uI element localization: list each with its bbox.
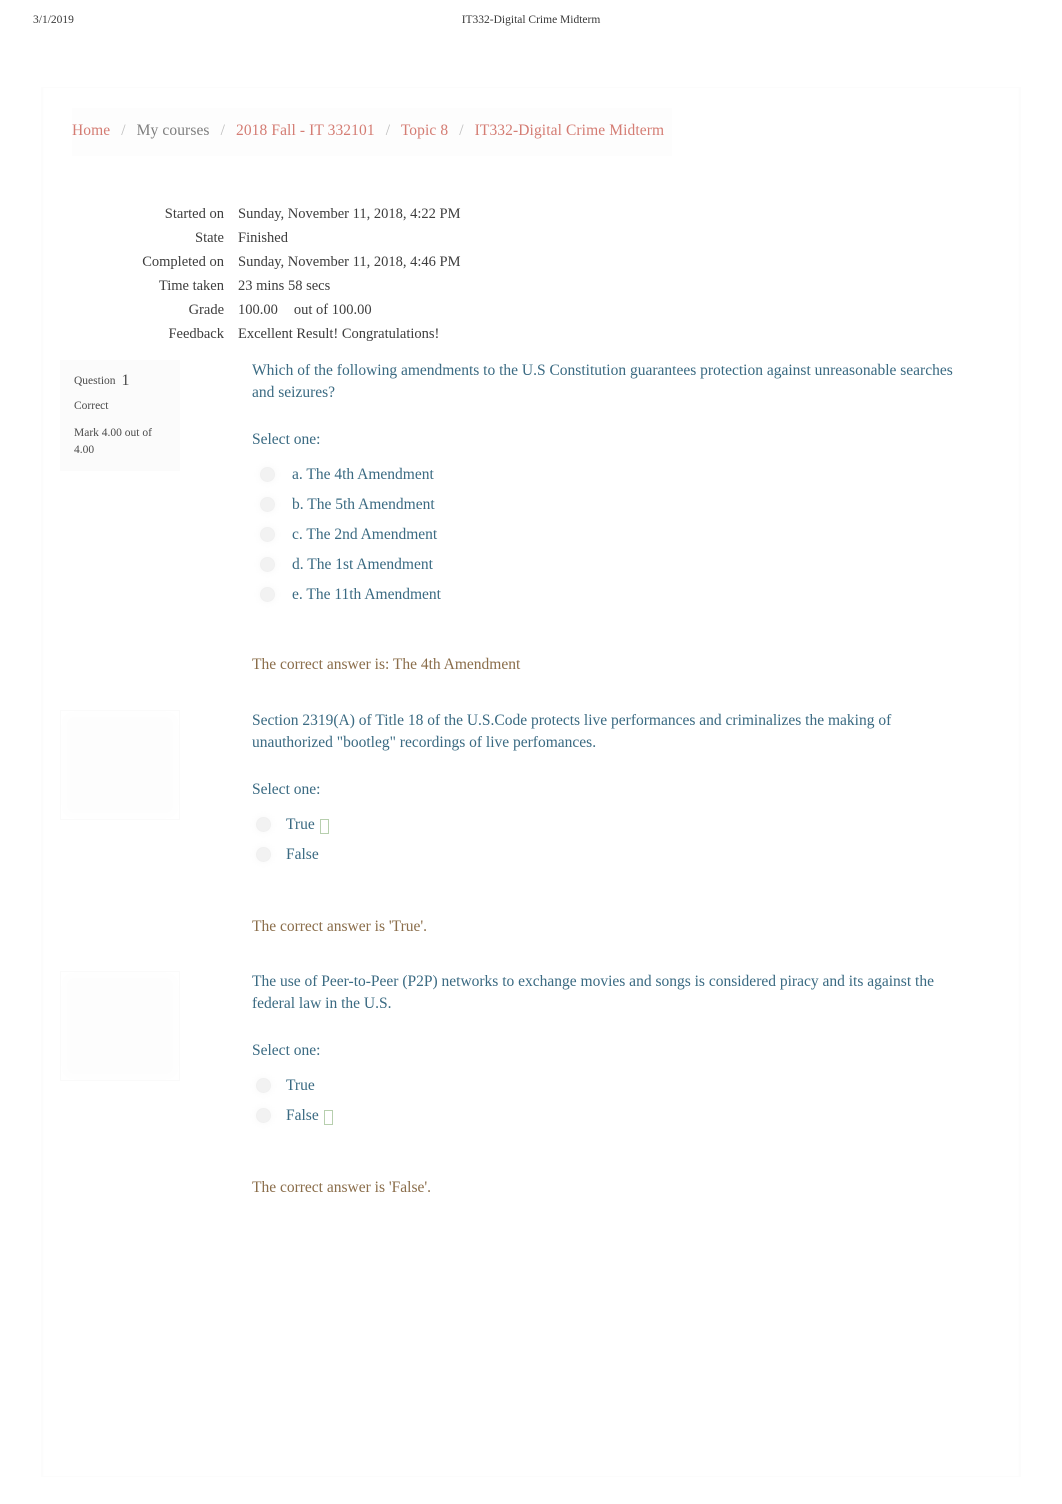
breadcrumb-item-home[interactable]: Home (72, 122, 110, 139)
question-number-line (75, 723, 171, 741)
radio-button-icon[interactable] (260, 557, 275, 572)
breadcrumb-separator: / (121, 122, 126, 139)
radio-button-icon[interactable] (260, 587, 275, 602)
breadcrumb-item-my-courses[interactable]: My courses (137, 122, 210, 139)
grade-value: 100.00 (238, 302, 278, 318)
summary-label: Feedback (168, 326, 224, 342)
breadcrumb-item-quiz[interactable]: IT332-Digital Crime Midterm (475, 122, 665, 139)
radio-button-icon[interactable] (256, 847, 271, 862)
print-header: 3/1/2019 IT332-Digital Crime Midterm (0, 14, 1062, 34)
question-info-panel-1: Question 1 Correct Mark 4.00 out of 4.00 (60, 360, 180, 471)
answer-label: c. The 2nd Amendment (292, 526, 438, 543)
question-body-2: Section 2319(A) of Title 18 of the U.S.C… (252, 710, 972, 938)
question-label: Question (74, 375, 116, 387)
grade-out-of: out of 100.00 (293, 302, 372, 318)
summary-value: 23 mins 58 secs (238, 278, 331, 294)
summary-row-completed-on: Completed on Sunday, November 11, 2018, … (72, 254, 692, 278)
answer-option-c[interactable]: c. The 2nd Amendment (252, 524, 972, 554)
breadcrumb: Home / My courses / 2018 Fall - IT 33210… (72, 121, 664, 141)
radio-button-icon[interactable] (260, 467, 275, 482)
breadcrumb-separator: / (220, 122, 225, 139)
summary-value: Finished (238, 230, 288, 246)
answer-options-list: True False (252, 1075, 972, 1135)
answer-label: a. The 4th Amendment (292, 466, 434, 483)
summary-row-feedback: Feedback Excellent Result! Congratulatio… (72, 326, 692, 350)
summary-row-grade: Grade 100.00 out of 100.00 (72, 302, 692, 326)
answer-option-a[interactable]: a. The 4th Amendment (252, 464, 972, 494)
summary-label: Completed on (142, 254, 224, 270)
question-info-panel-3 (60, 971, 180, 1081)
answer-options-list: True False (252, 814, 972, 874)
select-one-prompt: Select one: (252, 431, 321, 448)
summary-label: Grade (188, 302, 224, 318)
answer-options-list: a. The 4th Amendment b. The 5th Amendmen… (252, 464, 972, 614)
answer-option-true[interactable]: True (252, 1075, 972, 1105)
container-left-edge (42, 88, 44, 1476)
question-number-line (75, 984, 171, 1002)
correct-answer-feedback: The correct answer is: The 4th Amendment (252, 656, 521, 673)
summary-row-state: State Finished (72, 230, 692, 254)
answer-label: False (286, 1107, 319, 1124)
answer-option-false[interactable]: False (252, 844, 972, 874)
correct-answer-feedback: The correct answer is 'True'. (252, 918, 428, 935)
radio-button-icon[interactable] (256, 817, 271, 832)
answer-label: False (286, 846, 319, 863)
answer-option-d[interactable]: d. The 1st Amendment (252, 554, 972, 584)
selected-answer-marker-icon (323, 1110, 333, 1125)
summary-value: Sunday, November 11, 2018, 4:46 PM (238, 254, 461, 270)
breadcrumb-item-course[interactable]: 2018 Fall - IT 332101 (236, 122, 375, 139)
summary-value: Excellent Result! Congratulations! (238, 326, 440, 342)
question-number (75, 723, 81, 740)
answer-label: e. The 11th Amendment (292, 586, 441, 603)
question-text: Section 2319(A) of Title 18 of the U.S.C… (252, 712, 892, 751)
summary-label: Time taken (158, 278, 224, 294)
answer-option-e[interactable]: e. The 11th Amendment (252, 584, 972, 614)
answer-label: True (286, 816, 315, 833)
correct-answer-feedback: The correct answer is 'False'. (252, 1179, 432, 1196)
summary-label: State (195, 230, 224, 246)
summary-row-time-taken: Time taken 23 mins 58 secs (72, 278, 692, 302)
select-one-prompt: Select one: (252, 1042, 321, 1059)
print-page-title: IT332-Digital Crime Midterm (461, 14, 601, 26)
question-number (75, 984, 81, 1001)
container-right-edge (1018, 88, 1020, 1476)
answer-option-false[interactable]: False (252, 1105, 972, 1135)
answer-label: b. The 5th Amendment (292, 496, 435, 513)
breadcrumb-separator: / (459, 122, 464, 139)
summary-row-started-on: Started on Sunday, November 11, 2018, 4:… (72, 206, 692, 230)
answer-label: True (286, 1077, 315, 1094)
question-text: Which of the following amendments to the… (252, 362, 953, 401)
radio-button-icon[interactable] (260, 497, 275, 512)
summary-value: 100.00 out of 100.00 (238, 302, 692, 326)
radio-button-icon[interactable] (256, 1108, 271, 1123)
answer-option-true[interactable]: True (252, 814, 972, 844)
summary-label: Started on (164, 206, 224, 222)
summary-value: Sunday, November 11, 2018, 4:22 PM (238, 206, 461, 222)
selected-answer-marker-icon (319, 819, 329, 834)
question-body-3: The use of Peer-to-Peer (P2P) networks t… (252, 971, 972, 1199)
radio-button-icon[interactable] (260, 527, 275, 542)
page-container: Home / My courses / 2018 Fall - IT 33210… (42, 88, 1020, 1476)
breadcrumb-separator: / (385, 122, 391, 139)
question-state: Correct (74, 400, 109, 412)
question-number-line: Question 1 (74, 372, 172, 390)
radio-button-icon[interactable] (256, 1078, 271, 1093)
breadcrumb-item-topic[interactable]: Topic 8 (401, 122, 448, 139)
question-number: 1 (121, 372, 130, 389)
answer-label: d. The 1st Amendment (292, 556, 433, 573)
question-mark: Mark 4.00 out of 4.00 (74, 427, 152, 456)
select-one-prompt: Select one: (252, 781, 321, 798)
attempt-summary-table: Started on Sunday, November 11, 2018, 4:… (72, 206, 692, 350)
question-body-1: Which of the following amendments to the… (252, 360, 972, 676)
question-info-panel-2 (60, 710, 180, 820)
answer-option-b[interactable]: b. The 5th Amendment (252, 494, 972, 524)
question-text: The use of Peer-to-Peer (P2P) networks t… (252, 973, 934, 1012)
